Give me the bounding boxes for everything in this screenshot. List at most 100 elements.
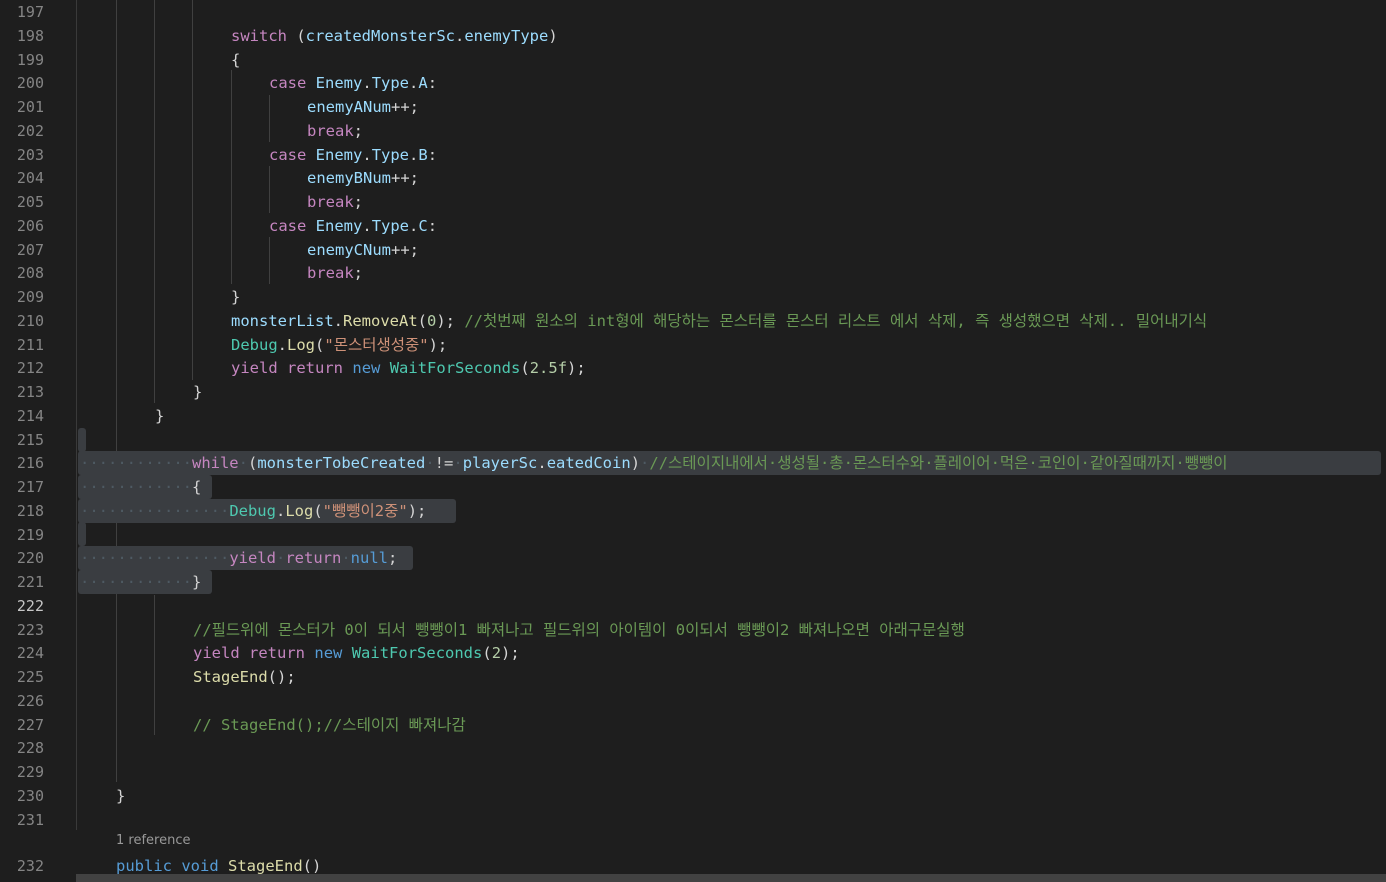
code-line[interactable]: 219 xyxy=(0,523,1386,547)
code-token: } xyxy=(231,288,241,306)
code-token: : xyxy=(427,145,438,164)
code-line[interactable]: 213} xyxy=(0,380,1386,404)
code-text: case Enemy.Type.A: xyxy=(269,71,437,95)
code-token: Type xyxy=(371,216,410,235)
line-number: 204 xyxy=(16,169,44,188)
whitespace-marker: · xyxy=(425,454,435,473)
code-token: . xyxy=(362,216,372,235)
code-token: enemyType xyxy=(464,26,549,45)
code-line[interactable]: 198 switch (createdMonsterSc.enemyType) xyxy=(0,24,1386,48)
code-token: enemyBNum xyxy=(307,169,391,188)
code-token: } xyxy=(155,406,165,425)
line-number: 218 xyxy=(16,501,44,520)
code-text: { xyxy=(231,48,240,72)
code-token: ; xyxy=(353,193,364,211)
code-line[interactable]: 208 break; xyxy=(0,261,1386,285)
line-number: 223 xyxy=(16,620,44,639)
code-text: ············} xyxy=(80,570,201,594)
whitespace-marker: · xyxy=(238,454,248,473)
code-text: enemyBNum++; xyxy=(307,166,419,190)
code-line[interactable]: 221 ············} xyxy=(0,570,1386,594)
code-editor[interactable]: 197 198 switch (createdMonsterSc.enemyType… xyxy=(0,0,1386,882)
whitespace-marker: ············ xyxy=(80,478,192,496)
code-line[interactable]: 202 break; xyxy=(0,119,1386,143)
codelens-references[interactable]: 1 reference xyxy=(116,833,190,848)
code-token: enemyCNum xyxy=(307,240,391,259)
code-text: } xyxy=(155,404,164,428)
code-token: ) xyxy=(548,26,558,45)
code-line[interactable]: 225 StageEnd(); xyxy=(0,665,1386,689)
code-line[interactable]: 224 yield return new WaitForSeconds(2); xyxy=(0,641,1386,665)
code-token: . xyxy=(333,311,343,330)
line-number: 227 xyxy=(16,715,44,734)
line-number: 219 xyxy=(16,525,44,544)
code-token: ( xyxy=(313,501,323,520)
code-token: { xyxy=(231,50,241,69)
code-text: } xyxy=(231,285,240,309)
whitespace-marker: · xyxy=(341,549,351,568)
whitespace-marker: ············ xyxy=(80,454,192,473)
code-line[interactable]: 230} xyxy=(0,784,1386,808)
line-number: 209 xyxy=(16,288,44,306)
code-line[interactable]: 223 //필드위에 몬스터가 0이 되서 뺑뺑이1 빠져나고 필드위의 아이템이… xyxy=(0,618,1386,642)
code-text: yield return new WaitForSeconds(2.5f); xyxy=(231,356,586,380)
code-line[interactable]: 201 enemyANum++; xyxy=(0,95,1386,119)
code-token: . xyxy=(409,145,419,164)
code-text: Debug.Log("몬스터생성중"); xyxy=(231,333,447,357)
code-token: playerSc xyxy=(462,454,538,473)
code-line[interactable]: 226 xyxy=(0,689,1386,713)
code-line[interactable]: 203 case Enemy.Type.B: xyxy=(0,143,1386,167)
code-line[interactable]: 231 xyxy=(0,808,1386,832)
code-line[interactable]: 217 ············{ xyxy=(0,475,1386,499)
code-token: Enemy xyxy=(315,74,363,93)
line-number: 200 xyxy=(16,74,44,93)
code-token: != xyxy=(434,454,454,473)
code-text: //필드위에 몬스터가 0이 되서 뺑뺑이1 빠져나고 필드위의 아이템이 0이… xyxy=(193,618,965,642)
line-number: 216 xyxy=(16,454,44,473)
line-number: 205 xyxy=(16,193,44,211)
code-line[interactable]: 212 yield return new WaitForSeconds(2.5f)… xyxy=(0,356,1386,380)
code-line[interactable]: 199 { xyxy=(0,48,1386,72)
code-token: . xyxy=(454,26,465,45)
code-line[interactable]: 220 ················yield·return·null; xyxy=(0,546,1386,570)
code-line[interactable]: 218 ················Debug.Log("뺑뺑이2중"); xyxy=(0,499,1386,523)
code-line[interactable]: 214} xyxy=(0,404,1386,428)
code-line[interactable]: 215 xyxy=(0,428,1386,452)
code-line[interactable]: 209} xyxy=(0,285,1386,309)
code-line[interactable]: 211 Debug.Log("몬스터생성중"); xyxy=(0,333,1386,357)
code-token: eatedCoin xyxy=(546,454,631,473)
code-token: createdMonsterSc xyxy=(305,26,455,45)
code-line[interactable]: 228 xyxy=(0,736,1386,760)
code-token: 2 xyxy=(491,644,502,663)
line-number: 198 xyxy=(16,26,44,45)
code-line[interactable]: 197 xyxy=(0,0,1386,24)
code-token: //필드위에 몬스터가 0이 되서 뺑뺑이1 빠져나고 필드위의 아이템이 0이… xyxy=(193,620,965,639)
line-number: 230 xyxy=(16,786,44,805)
code-line[interactable]: 200 case Enemy.Type.A: xyxy=(0,71,1386,95)
code-line[interactable]: 205 break; xyxy=(0,190,1386,214)
line-number: 225 xyxy=(16,668,44,686)
code-line[interactable]: 216 ············while·(monsterTobeCreated… xyxy=(0,451,1386,475)
line-number: 220 xyxy=(16,549,44,568)
code-line[interactable]: 207 enemyCNum++; xyxy=(0,238,1386,262)
code-line[interactable]: 229 xyxy=(0,760,1386,784)
code-line[interactable]: 227 // StageEnd();//스테이지 빠져나감 xyxy=(0,713,1386,737)
code-token: . xyxy=(275,501,286,520)
code-line[interactable]: 210 monsterList.RemoveAt(0); //첫번째 원소의 in… xyxy=(0,309,1386,333)
line-number: 208 xyxy=(16,264,44,283)
whitespace-marker: · xyxy=(453,454,463,473)
line-number: 214 xyxy=(16,406,44,425)
code-line[interactable]: 204 enemyBNum++; xyxy=(0,166,1386,190)
code-text: ················Debug.Log("뺑뺑이2중"); xyxy=(80,499,426,523)
code-token: Log xyxy=(287,335,316,354)
code-token: Debug xyxy=(229,501,276,520)
horizontal-scrollbar[interactable] xyxy=(76,874,1386,882)
code-token: switch xyxy=(231,26,287,45)
code-line[interactable]: 206 case Enemy.Type.C: xyxy=(0,214,1386,238)
code-token: : xyxy=(427,216,438,235)
code-line[interactable]: 222 xyxy=(0,594,1386,618)
